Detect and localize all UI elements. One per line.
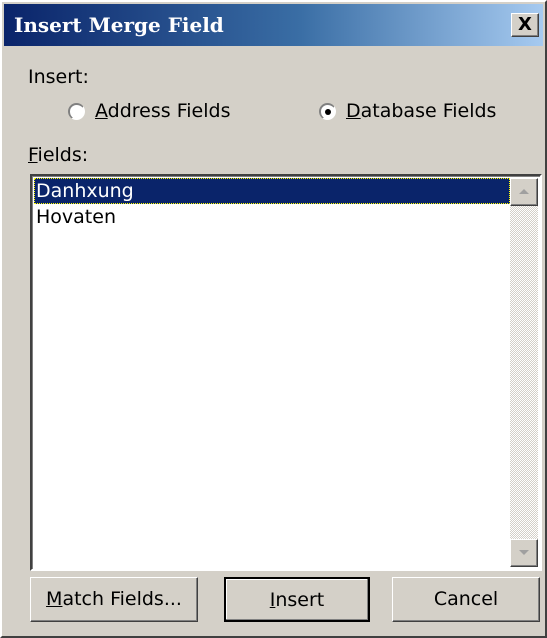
list-item[interactable]: Danhxung	[34, 178, 510, 204]
fields-listbox[interactable]: Danhxung Hovaten	[30, 174, 542, 571]
dialog-title: Insert Merge Field	[14, 13, 224, 37]
address-fields-radio[interactable]: Address Fields	[68, 100, 230, 122]
title-bar[interactable]: Insert Merge Field X	[4, 4, 543, 46]
cancel-button[interactable]: Cancel	[392, 577, 540, 622]
list-item[interactable]: Hovaten	[34, 204, 510, 230]
radio-unselected-icon[interactable]	[68, 102, 85, 120]
close-icon: X	[518, 14, 532, 35]
insert-button[interactable]: Insert	[224, 577, 370, 622]
address-fields-label: Address Fields	[95, 100, 231, 122]
database-fields-radio[interactable]: Database Fields	[319, 100, 496, 122]
arrow-down-icon	[519, 550, 529, 555]
vertical-scrollbar[interactable]	[510, 178, 538, 567]
fields-label: Fields:	[28, 144, 89, 166]
scroll-down-button[interactable]	[510, 539, 538, 567]
radio-selected-icon[interactable]	[319, 102, 336, 120]
insert-label: Insert:	[28, 66, 89, 88]
close-button[interactable]: X	[511, 13, 539, 37]
match-fields-button[interactable]: Match Fields...	[30, 577, 198, 622]
database-fields-label: Database Fields	[346, 100, 497, 122]
scroll-up-button[interactable]	[510, 178, 538, 206]
arrow-up-icon	[519, 189, 529, 194]
insert-merge-field-dialog: Insert Merge Field X Insert: Address Fie…	[0, 0, 547, 638]
